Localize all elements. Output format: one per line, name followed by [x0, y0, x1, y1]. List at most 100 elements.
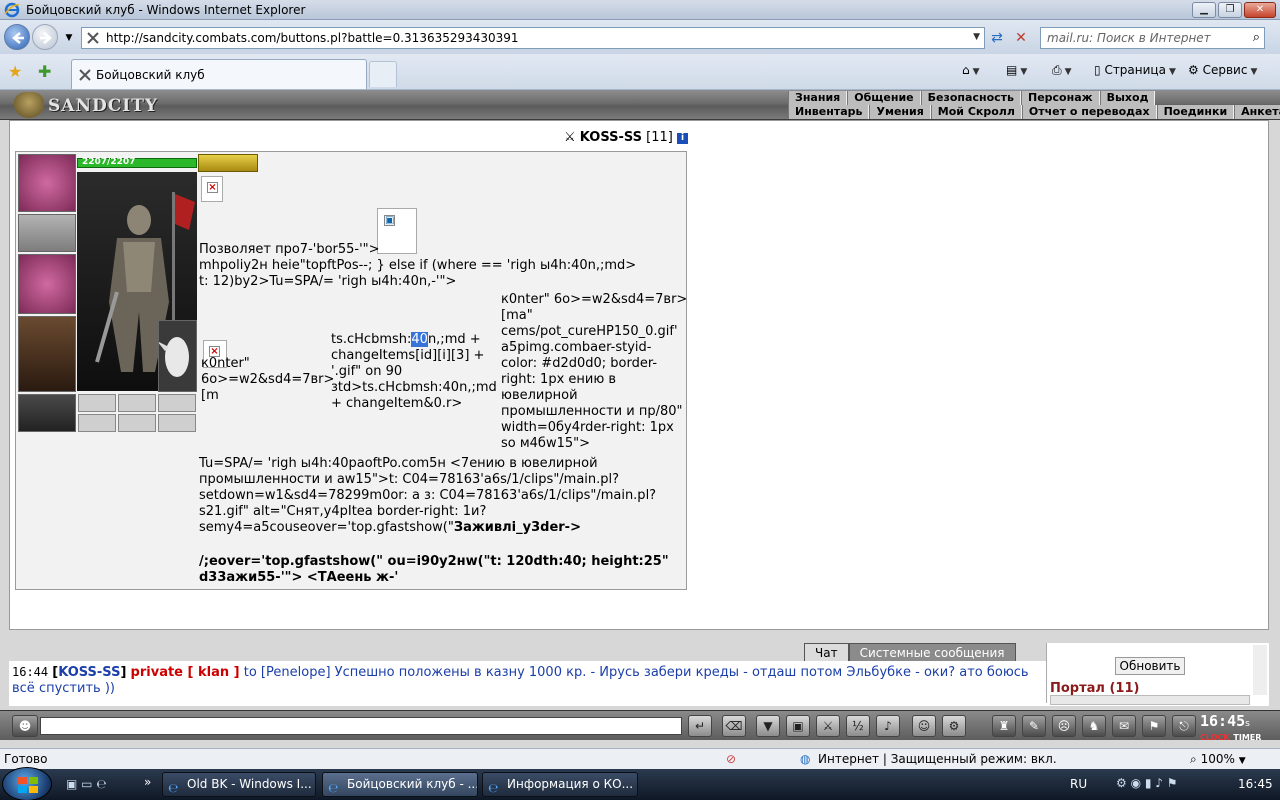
filter-icon[interactable]: ▼: [756, 715, 780, 737]
settings-icon[interactable]: ⚙: [942, 715, 966, 737]
quick-launch-icons[interactable]: ▣ ▭ ℮: [66, 777, 107, 791]
menu-item-communication[interactable]: Общение: [847, 91, 921, 105]
owl-icon: [157, 337, 189, 377]
tray-clock[interactable]: 16:45: [1238, 777, 1273, 791]
back-button[interactable]: [4, 24, 30, 50]
fight-icon[interactable]: ⚔: [816, 715, 840, 737]
menu-item-security[interactable]: Безопасность: [920, 91, 1021, 105]
minimize-icon: ▁: [1200, 4, 1208, 15]
chat-private-tag[interactable]: private [ klan ]: [131, 665, 240, 680]
scroll-icon[interactable]: ½: [846, 715, 870, 737]
ring-slot-3[interactable]: [158, 394, 196, 412]
zoom-control[interactable]: ⌕ 100% ▼: [1190, 752, 1246, 767]
game-clock: 16:45s CLOCK TIMER: [1200, 712, 1262, 742]
address-dropdown-icon[interactable]: ▼: [973, 32, 980, 42]
chat-recipient[interactable]: Penelope: [266, 665, 325, 680]
ring-slot-2[interactable]: [118, 394, 156, 412]
horizontal-scrollbar[interactable]: [1050, 695, 1250, 705]
tab-active[interactable]: Бойцовский клуб: [71, 59, 367, 89]
tools-menu[interactable]: ⚙ Сервис ▼: [1188, 63, 1257, 77]
save-icon[interactable]: ▣: [786, 715, 810, 737]
tab-system-messages[interactable]: Системные сообщения: [848, 643, 1016, 661]
broken-image-2: ▣: [377, 208, 417, 254]
weapon-slot[interactable]: [18, 254, 76, 314]
quick-launch-more-icon[interactable]: »: [144, 775, 151, 789]
rune-slot-2[interactable]: [118, 414, 156, 432]
globe-icon: ◍: [800, 752, 811, 766]
broken-image-1: ×: [201, 176, 223, 202]
refresh-button[interactable]: Обновить: [1115, 657, 1185, 675]
chat-to: to: [243, 665, 257, 680]
chat-input[interactable]: [40, 717, 682, 735]
bracers-slot[interactable]: [18, 214, 76, 252]
garbled-text-line: ювелирной: [501, 388, 578, 403]
garbled-text-line: cems/pot_cureHP150_0.gif': [501, 324, 678, 339]
menu-item-skills[interactable]: Умения: [869, 105, 931, 119]
taskbar-item-combats[interactable]: ℮ Бойцовский клуб - ...: [322, 772, 478, 797]
security-zone[interactable]: Интернет | Защищенный режим: вкл.: [818, 752, 1057, 766]
home-button[interactable]: ⌂ ▼: [962, 63, 980, 77]
belt-slot[interactable]: [18, 394, 76, 432]
minimize-button[interactable]: ▁: [1192, 2, 1216, 18]
menu-item-inventory[interactable]: Инвентарь: [788, 105, 870, 119]
quest-icon[interactable]: ✎: [1022, 715, 1046, 737]
search-input[interactable]: mail.ru: Поиск в Интернет ⌕: [1040, 27, 1265, 49]
language-indicator[interactable]: RU: [1070, 777, 1087, 791]
page-menu[interactable]: ▯ Страница ▼: [1094, 63, 1176, 77]
menu-item-character[interactable]: Персонаж: [1021, 91, 1100, 105]
menu-item-my-scroll[interactable]: Мой Скролл: [930, 105, 1022, 119]
gold-items-bar[interactable]: [198, 154, 258, 172]
info-icon[interactable]: i: [677, 133, 688, 144]
address-bar[interactable]: http://sandcity.combats.com/buttons.pl?b…: [81, 27, 985, 49]
exit-icon[interactable]: ⎋: [1172, 715, 1196, 737]
search-icon[interactable]: ⌕: [1253, 30, 1260, 45]
clan-icon[interactable]: ♞: [1082, 715, 1106, 737]
favorites-star-icon[interactable]: ★: [8, 62, 22, 81]
forward-button[interactable]: [32, 24, 58, 50]
flag-icon[interactable]: ⚑: [1142, 715, 1166, 737]
add-favorite-icon[interactable]: ✚: [38, 62, 51, 81]
friends-icon[interactable]: ☹: [1052, 715, 1076, 737]
refresh-icon[interactable]: ⇄: [986, 27, 1008, 49]
garbled-text-line: d33ажи55-'"> <ТАеень ж-': [199, 570, 399, 585]
chat-menu-icon[interactable]: ☻: [12, 715, 38, 737]
eraser-icon[interactable]: ⌫: [722, 715, 746, 737]
feed-icon: ▤: [1006, 63, 1018, 77]
vertical-scrollbar[interactable]: [1253, 645, 1267, 695]
history-dropdown-icon[interactable]: ▼: [58, 27, 80, 49]
print-button[interactable]: ⎙ ▼: [1052, 63, 1072, 78]
menu-item-knowledge[interactable]: Знания: [788, 91, 848, 105]
popup-blocker-icon[interactable]: ⊘: [726, 752, 736, 766]
taskbar-item-oldbk[interactable]: ℮ Old BK - Windows I...: [162, 772, 316, 797]
character-name-line: ⚔ KOSS-SS [11] i: [564, 130, 688, 145]
menu-item-battles[interactable]: Поединки: [1156, 105, 1235, 119]
helmet-slot[interactable]: [18, 154, 76, 212]
tray-icons[interactable]: ⚙ ◉ ▮ ♪ ⚑: [1116, 776, 1178, 790]
feeds-button[interactable]: ▤ ▼: [1006, 63, 1027, 77]
send-icon[interactable]: ↵: [688, 715, 712, 737]
ring-slot-1[interactable]: [78, 394, 116, 412]
character-name[interactable]: KOSS-SS: [580, 130, 642, 145]
bag-icon[interactable]: ♜: [992, 715, 1016, 737]
pet-owl-slot[interactable]: [157, 320, 197, 392]
close-window-button[interactable]: ✕: [1244, 2, 1276, 18]
taskbar-item-info[interactable]: ℮ Информация о КО...: [482, 772, 638, 797]
rune-slot-3[interactable]: [158, 414, 196, 432]
menu-item-transfer-report[interactable]: Отчет о переводах: [1021, 105, 1157, 119]
tab-chat[interactable]: Чат: [804, 643, 849, 661]
stop-icon[interactable]: ✕: [1010, 27, 1032, 49]
menu-item-exit[interactable]: Выход: [1099, 91, 1156, 105]
broken-image-icon: ×: [207, 182, 218, 193]
smile-icon[interactable]: ☺: [912, 715, 936, 737]
tab-bar: ★ ✚ Бойцовский клуб ⌂ ▼ ▤ ▼ ⎙ ▼ ▯ Страница ▼…: [0, 54, 1280, 90]
menu-item-profile[interactable]: Анкета: [1234, 105, 1280, 119]
restore-button[interactable]: ❐: [1218, 2, 1242, 18]
sound-icon[interactable]: ♪: [876, 715, 900, 737]
start-button[interactable]: [2, 767, 52, 800]
window-title: Бойцовский клуб - Windows Internet Explo…: [26, 3, 306, 17]
armor-slot[interactable]: [18, 316, 76, 392]
chat-nick[interactable]: [KOSS-SS]: [52, 665, 126, 680]
mail-icon[interactable]: ✉: [1112, 715, 1136, 737]
new-tab-button[interactable]: [369, 61, 397, 87]
rune-slot-1[interactable]: [78, 414, 116, 432]
